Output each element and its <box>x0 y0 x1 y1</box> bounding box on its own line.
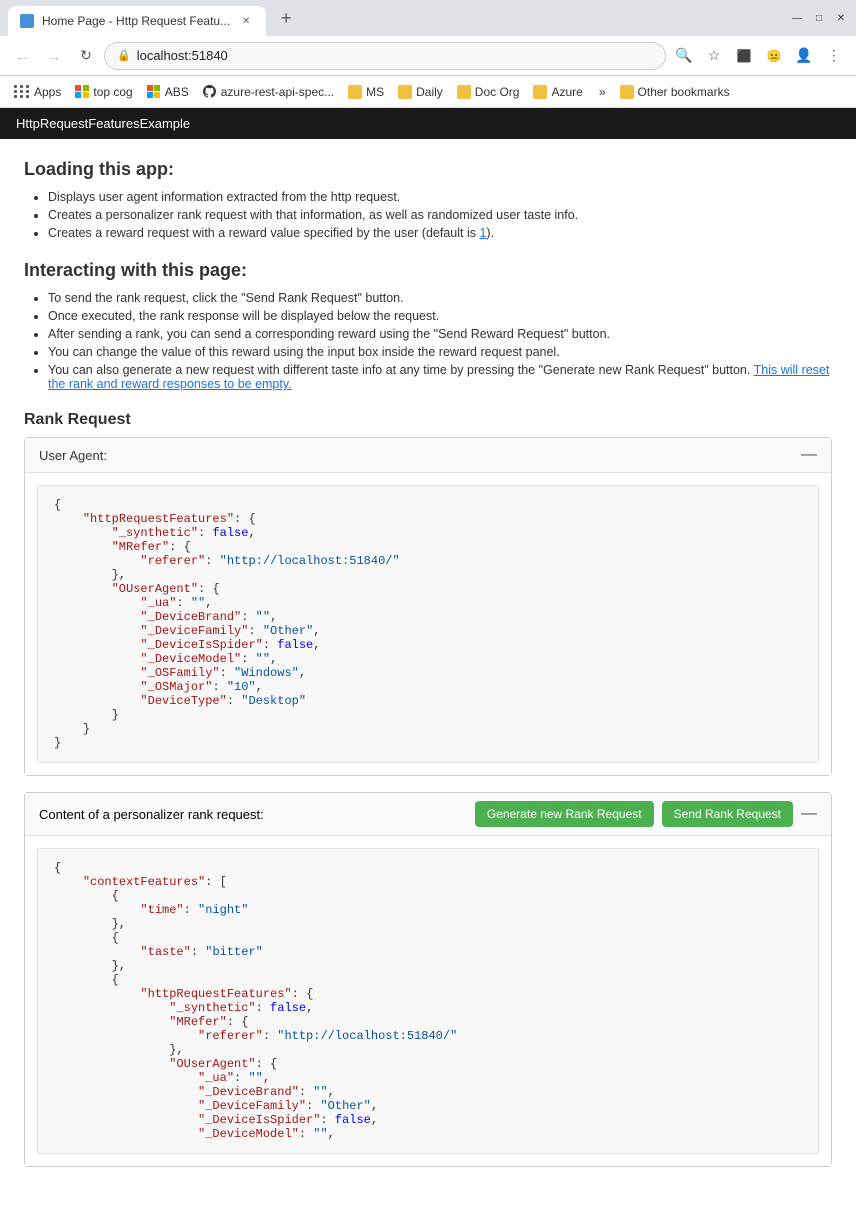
loading-section: Loading this app: Displays user agent in… <box>24 159 832 240</box>
new-tab-button[interactable]: + <box>272 4 300 32</box>
apps-label: Apps <box>34 85 61 99</box>
rank-request-buttons: Generate new Rank Request Send Rank Requ… <box>475 801 793 827</box>
rank-request-content-label: Content of a personalizer rank request: <box>39 807 264 822</box>
more-bookmarks-button[interactable]: » <box>593 81 612 103</box>
bookmarks-bar: Apps top cog ABS azure-rest-api-spec... … <box>0 76 856 108</box>
close-button[interactable]: ✕ <box>834 11 848 25</box>
bookmark-azure-rest[interactable]: azure-rest-api-spec... <box>197 81 340 103</box>
interacting-title: Interacting with this page: <box>24 260 832 281</box>
title-bar: Home Page - Http Request Featu... ✕ + — … <box>0 0 856 36</box>
bookmark-azure-label: azure-rest-api-spec... <box>221 85 334 99</box>
github-icon <box>203 85 217 99</box>
loading-bullet-2: Creates a personalizer rank request with… <box>48 208 832 222</box>
search-icon[interactable]: 🔍 <box>670 42 698 70</box>
rank-request-header-actions: Generate new Rank Request Send Rank Requ… <box>475 801 817 827</box>
loading-title: Loading this app: <box>24 159 832 180</box>
tab-favicon <box>20 14 34 28</box>
apps-grid-icon <box>14 85 30 98</box>
user-agent-panel: User Agent: — { "httpRequestFeatures": {… <box>24 437 832 776</box>
extensions-icon[interactable]: ⬛ <box>730 42 758 70</box>
bookmark-daily-label: Daily <box>416 85 443 99</box>
interacting-bullets: To send the rank request, click the "Sen… <box>48 291 832 391</box>
send-rank-request-button[interactable]: Send Rank Request <box>662 801 793 827</box>
active-tab[interactable]: Home Page - Http Request Featu... ✕ <box>8 6 266 36</box>
title-bar-left: Home Page - Http Request Featu... ✕ + <box>8 0 790 36</box>
interact-bullet-2: Once executed, the rank response will be… <box>48 309 832 323</box>
yellow-icon-daily <box>398 85 412 99</box>
cast-icon[interactable]: 😐 <box>760 42 788 70</box>
page-content: Loading this app: Displays user agent in… <box>0 139 856 1207</box>
forward-button[interactable]: → <box>40 42 68 70</box>
yellow-icon-docorg <box>457 85 471 99</box>
interact-bullet-1: To send the rank request, click the "Sen… <box>48 291 832 305</box>
profile-icon[interactable]: 👤 <box>790 42 818 70</box>
back-button[interactable]: ← <box>8 42 36 70</box>
bookmark-topcog-label: top cog <box>93 85 132 99</box>
ms-icon-topcog <box>75 85 89 99</box>
interacting-section: Interacting with this page: To send the … <box>24 260 832 391</box>
minimize-button[interactable]: — <box>790 11 804 25</box>
bookmark-ms[interactable]: MS <box>342 81 390 103</box>
rank-request-panel-header: Content of a personalizer rank request: … <box>25 793 831 836</box>
bookmark-abs-label: ABS <box>165 85 189 99</box>
user-agent-label: User Agent: <box>39 448 107 463</box>
other-bookmarks-label: Other bookmarks <box>638 85 730 99</box>
interact-bullet-5: You can also generate a new request with… <box>48 363 832 391</box>
loading-bullet-3: Creates a reward request with a reward v… <box>48 226 832 240</box>
rank-request-panel-body: { "contextFeatures": [ { "time": "night"… <box>25 836 831 1166</box>
loading-bullet-1: Displays user agent information extracte… <box>48 190 832 204</box>
url-bar[interactable]: 🔒 localhost:51840 <box>104 42 666 70</box>
app-title: HttpRequestFeaturesExample <box>16 116 190 131</box>
secure-icon: 🔒 <box>117 49 131 62</box>
loading-bullets: Displays user agent information extracte… <box>48 190 832 240</box>
maximize-button[interactable]: □ <box>812 11 826 25</box>
window-controls: — □ ✕ <box>790 11 848 25</box>
interact-bullet-3: After sending a rank, you can send a cor… <box>48 327 832 341</box>
yellow-icon-azure <box>533 85 547 99</box>
rank-request-collapse-button[interactable]: — <box>801 805 817 823</box>
generate-rank-request-button[interactable]: Generate new Rank Request <box>475 801 654 827</box>
user-agent-collapse-button[interactable]: — <box>801 446 817 464</box>
app-header: HttpRequestFeaturesExample <box>0 108 856 139</box>
rank-request-title: Rank Request <box>24 411 832 429</box>
bookmark-star-icon[interactable]: ☆ <box>700 42 728 70</box>
user-agent-panel-body: { "httpRequestFeatures": { "_synthetic":… <box>25 473 831 775</box>
url-text: localhost:51840 <box>137 48 228 63</box>
ms-icon-abs <box>147 85 161 99</box>
address-bar: ← → ↻ 🔒 localhost:51840 🔍 ☆ ⬛ 😐 👤 ⋮ <box>0 36 856 76</box>
bookmark-doc-org[interactable]: Doc Org <box>451 81 526 103</box>
yellow-icon-ms <box>348 85 362 99</box>
yellow-icon-other <box>620 85 634 99</box>
tab-title: Home Page - Http Request Featu... <box>42 14 230 28</box>
rank-request-panel: Content of a personalizer rank request: … <box>24 792 832 1167</box>
bookmark-azure[interactable]: Azure <box>527 81 588 103</box>
bookmark-ms-label: MS <box>366 85 384 99</box>
tab-close-button[interactable]: ✕ <box>238 13 254 29</box>
address-icons: 🔍 ☆ ⬛ 😐 👤 ⋮ <box>670 42 848 70</box>
apps-button[interactable]: Apps <box>8 81 67 103</box>
user-agent-panel-header: User Agent: — <box>25 438 831 473</box>
rank-request-code: { "contextFeatures": [ { "time": "night"… <box>37 848 819 1154</box>
bookmark-azure-label2: Azure <box>551 85 582 99</box>
bookmark-abs[interactable]: ABS <box>141 81 195 103</box>
bookmark-docorg-label: Doc Org <box>475 85 520 99</box>
bookmark-top-cog[interactable]: top cog <box>69 81 138 103</box>
menu-icon[interactable]: ⋮ <box>820 42 848 70</box>
rank-request-section: Rank Request User Agent: — { "httpReques… <box>24 411 832 1167</box>
refresh-button[interactable]: ↻ <box>72 42 100 70</box>
interact-bullet-4: You can change the value of this reward … <box>48 345 832 359</box>
user-agent-code: { "httpRequestFeatures": { "_synthetic":… <box>37 485 819 763</box>
other-bookmarks-button[interactable]: Other bookmarks <box>614 81 736 103</box>
bookmark-daily[interactable]: Daily <box>392 81 449 103</box>
